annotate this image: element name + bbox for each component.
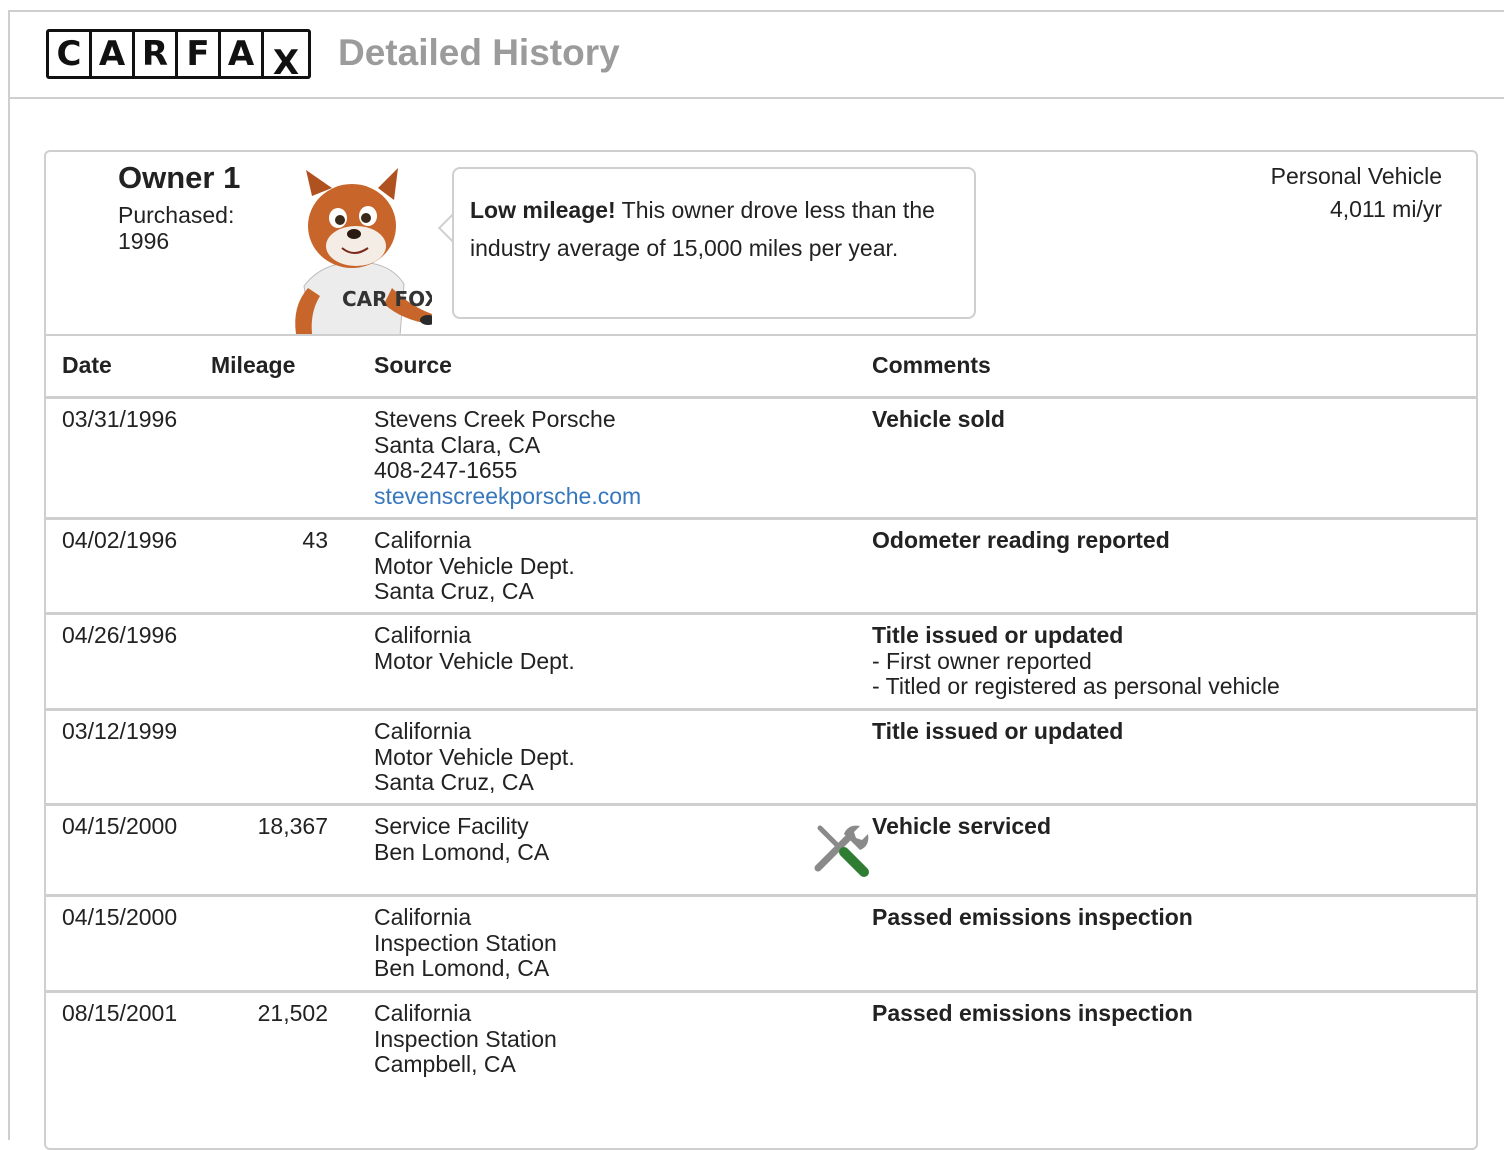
source-line: Inspection Station — [374, 929, 557, 956]
logo-letter: R — [135, 32, 175, 76]
logo-letter: X — [264, 32, 308, 76]
row-date: 04/15/2000 — [62, 904, 178, 930]
comment-detail: - Titled or registered as personal vehic… — [872, 673, 1280, 699]
row-comments: Vehicle sold — [872, 406, 1005, 433]
row-source: Service Facility Ben Lomond, CA — [374, 813, 550, 865]
source-line: Service Facility — [374, 813, 529, 839]
source-line: 408-247-1655 — [374, 457, 518, 483]
page-title: Detailed History — [338, 32, 620, 73]
row-date: 04/02/1996 — [62, 527, 178, 553]
source-line: California — [374, 1000, 472, 1026]
vehicle-type: Personal Vehicle — [1270, 163, 1442, 189]
row-mileage: 18,367 — [257, 813, 328, 839]
logo-letter: A — [92, 32, 132, 76]
source-line: California — [374, 622, 472, 648]
logo-letter: C — [49, 32, 89, 76]
header-date: Date — [62, 352, 112, 378]
header-mileage: Mileage — [211, 352, 296, 378]
row-comments: Odometer reading reported — [872, 527, 1170, 554]
row-source: California Motor Vehicle Dept. Santa Cru… — [374, 718, 575, 796]
low-mileage-callout: Low mileage! This owner drove less than … — [452, 167, 976, 319]
row-comments: Vehicle serviced — [872, 813, 1052, 840]
row-comments: Passed emissions inspection — [872, 1000, 1193, 1027]
comment-title: Title issued or updated — [872, 718, 1124, 744]
row-source: California Motor Vehicle Dept. Santa Cru… — [374, 527, 575, 605]
owner-card: Owner 1 Purchased: 1996 CAR FOX Low mile… — [44, 150, 1478, 1150]
source-line: Santa Cruz, CA — [374, 578, 534, 604]
row-date: 04/26/1996 — [62, 622, 178, 648]
carfax-logo: C A R F A X — [46, 29, 311, 79]
comment-title: Odometer reading reported — [872, 527, 1170, 553]
source-line: Stevens Creek Porsche — [374, 406, 616, 432]
table-row: 04/15/2000 California Inspection Station… — [46, 897, 1476, 993]
table-row: 04/02/1996 43 California Motor Vehicle D… — [46, 520, 1476, 615]
source-line: Inspection Station — [374, 1025, 557, 1052]
row-date: 04/15/2000 — [62, 813, 178, 839]
report-header: C A R F A X Detailed History — [10, 12, 1504, 99]
row-date: 08/15/2001 — [62, 1000, 178, 1026]
purchased-info: Purchased: 1996 — [118, 202, 268, 254]
comment-title: Vehicle serviced — [872, 813, 1052, 839]
source-line: California — [374, 527, 472, 553]
table-row: 04/26/1996 California Motor Vehicle Dept… — [46, 615, 1476, 711]
source-line: Campbell, CA — [374, 1051, 516, 1077]
row-source: Stevens Creek Porsche Santa Clara, CA 40… — [374, 406, 641, 510]
history-table: Date Mileage Source Comments 03/31/1996 … — [46, 334, 1476, 1133]
header-source: Source — [374, 352, 452, 378]
purchased-year: 1996 — [118, 228, 170, 254]
row-date: 03/12/1999 — [62, 718, 178, 744]
table-header: Date Mileage Source Comments — [46, 334, 1476, 399]
comment-title: Passed emissions inspection — [872, 1000, 1193, 1026]
source-line: Ben Lomond, CA — [374, 838, 550, 865]
source-line: Santa Clara, CA — [374, 431, 541, 458]
table-row: 04/15/2000 18,367 Service Facility Ben L… — [46, 806, 1476, 897]
comment-title: Passed emissions inspection — [872, 904, 1193, 930]
header-comments: Comments — [872, 352, 991, 378]
purchased-label: Purchased: — [118, 202, 235, 228]
source-line: California — [374, 904, 472, 930]
logo-letter: F — [178, 32, 218, 76]
source-line: Ben Lomond, CA — [374, 955, 550, 981]
table-row: 03/12/1999 California Motor Vehicle Dept… — [46, 711, 1476, 806]
source-line: Santa Cruz, CA — [374, 769, 534, 795]
comment-detail: - First owner reported — [872, 647, 1092, 674]
logo-letter: A — [221, 32, 261, 76]
source-line: Motor Vehicle Dept. — [374, 552, 575, 579]
comment-title: Vehicle sold — [872, 406, 1005, 432]
row-mileage: 21,502 — [257, 1000, 328, 1026]
row-comments: Title issued or updated - First owner re… — [872, 622, 1280, 700]
table-row: 03/31/1996 Stevens Creek Porsche Santa C… — [46, 399, 1476, 520]
vehicle-usage: Personal Vehicle 4,011 mi/yr — [1271, 160, 1442, 226]
row-source: California Inspection Station Campbell, … — [374, 1000, 557, 1078]
row-source: California Inspection Station Ben Lomond… — [374, 904, 557, 982]
callout-bold: Low mileage! — [470, 197, 616, 223]
row-source: California Motor Vehicle Dept. — [374, 622, 575, 674]
dealer-website-link[interactable]: stevenscreekporsche.com — [374, 483, 641, 510]
wrench-screwdriver-icon — [814, 825, 869, 877]
mileage-rate: 4,011 mi/yr — [1329, 196, 1442, 222]
source-line: California — [374, 718, 472, 744]
row-comments: Title issued or updated — [872, 718, 1124, 745]
row-mileage: 43 — [302, 527, 328, 553]
comment-title: Title issued or updated — [872, 622, 1124, 648]
source-line: Motor Vehicle Dept. — [374, 743, 575, 770]
carfox-mascot-icon: CAR FOX — [295, 168, 432, 336]
fox-shirt-text: CAR FOX — [342, 287, 432, 311]
table-row: 08/15/2001 21,502 California Inspection … — [46, 993, 1476, 1133]
source-line: Motor Vehicle Dept. — [374, 647, 575, 674]
row-comments: Passed emissions inspection — [872, 904, 1193, 931]
owner-title: Owner 1 — [118, 160, 241, 195]
row-date: 03/31/1996 — [62, 406, 178, 432]
